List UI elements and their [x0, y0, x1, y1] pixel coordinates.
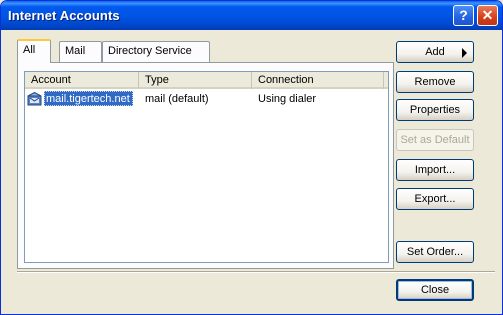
accounts-list[interactable]: Account Type Connection mail.tigertech.n…: [24, 71, 389, 263]
properties-button[interactable]: Properties: [396, 99, 474, 121]
column-header-account[interactable]: Account: [25, 72, 139, 89]
close-icon: ✕: [481, 7, 494, 23]
internet-accounts-window: Internet Accounts ? ✕ All Mail Directory…: [0, 0, 503, 315]
column-header-label: Type: [145, 74, 169, 86]
column-header-label: Account: [31, 74, 71, 86]
properties-button-label: Properties: [409, 104, 461, 116]
remove-button[interactable]: Remove: [396, 71, 474, 93]
account-type: mail (default): [145, 93, 209, 105]
remove-button-label: Remove: [414, 76, 456, 88]
tab-panel: Account Type Connection mail.tigertech.n…: [17, 62, 394, 269]
dialog-body: All Mail Directory Service Account Type: [4, 30, 499, 312]
column-header-type[interactable]: Type: [139, 72, 252, 89]
column-header-label: Connection: [258, 74, 314, 86]
set-as-default-button-label: Set as Default: [400, 134, 470, 146]
table-row[interactable]: mail.tigertech.net mail (default) Using …: [25, 91, 388, 107]
column-header-connection[interactable]: Connection: [252, 72, 384, 89]
export-button[interactable]: Export...: [396, 188, 474, 210]
tab-directory-service-label: Directory Service: [108, 45, 192, 57]
tab-all-label: All: [23, 44, 36, 56]
account-cell[interactable]: mail.tigertech.net: [25, 91, 133, 107]
title-bar[interactable]: Internet Accounts ? ✕: [1, 1, 502, 30]
account-name: mail.tigertech.net: [44, 91, 133, 106]
export-button-label: Export...: [414, 193, 456, 205]
separator: [17, 271, 495, 273]
add-button-label: Add: [425, 46, 445, 58]
account-connection: Using dialer: [258, 93, 317, 105]
set-order-button[interactable]: Set Order...: [396, 241, 474, 263]
close-button[interactable]: Close: [396, 279, 474, 301]
help-button[interactable]: ?: [453, 5, 474, 26]
window-title: Internet Accounts: [8, 8, 120, 23]
mail-account-icon: [27, 92, 42, 106]
import-button[interactable]: Import...: [396, 159, 474, 181]
tab-mail[interactable]: Mail: [59, 41, 102, 62]
set-as-default-button[interactable]: Set as Default: [396, 129, 474, 151]
tab-directory-service[interactable]: Directory Service: [102, 41, 210, 62]
set-order-button-label: Set Order...: [406, 246, 464, 258]
import-button-label: Import...: [414, 164, 456, 176]
list-header: Account Type Connection: [25, 72, 388, 89]
close-button-label: Close: [420, 284, 450, 296]
tab-all[interactable]: All: [17, 39, 51, 63]
tab-mail-label: Mail: [65, 45, 86, 57]
add-button[interactable]: Add: [396, 41, 474, 63]
submenu-arrow-icon: [462, 48, 467, 58]
close-window-button[interactable]: ✕: [477, 5, 498, 26]
help-icon: ?: [459, 7, 468, 23]
